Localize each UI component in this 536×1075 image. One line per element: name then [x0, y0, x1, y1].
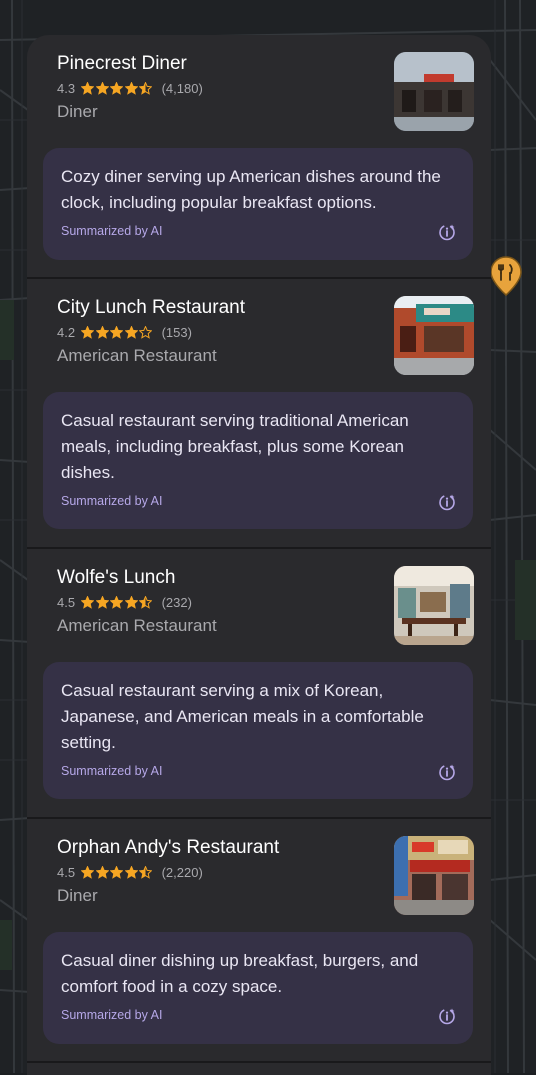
ai-summary: Casual restaurant serving traditional Am… [43, 392, 473, 529]
place-card[interactable]: City Lunch Restaurant 4.2 (153) American… [27, 279, 491, 547]
place-category: American Restaurant [57, 616, 217, 635]
ai-info-icon[interactable] [438, 763, 456, 781]
place-title[interactable]: City Lunch Restaurant [57, 297, 245, 319]
ai-label: Summarized by AI [61, 224, 163, 238]
star-icon [124, 595, 138, 609]
place-photo[interactable] [394, 52, 474, 131]
rating-row: 4.3 (4,180) [57, 79, 203, 97]
review-count[interactable]: (2,220) [162, 865, 203, 880]
star-half-icon [139, 595, 153, 609]
star-icon [95, 865, 109, 879]
ai-label: Summarized by AI [61, 1008, 163, 1022]
summary-text: Casual diner dishing up breakfast, burge… [61, 951, 419, 996]
place-title[interactable]: Pinecrest Diner [57, 53, 187, 75]
rating-value: 4.5 [57, 594, 76, 610]
ai-summary: Casual diner dishing up breakfast, burge… [43, 932, 473, 1044]
place-card[interactable]: Wolfe's Lunch 4.5 (232) American Restaur… [27, 549, 491, 817]
star-rating [81, 81, 154, 95]
star-icon [81, 325, 95, 339]
rating-value: 4.2 [57, 324, 76, 340]
star-icon [95, 325, 109, 339]
summary-text: Casual restaurant serving a mix of Korea… [61, 681, 424, 752]
star-half-icon [139, 81, 153, 95]
ai-summary: Casual restaurant serving a mix of Korea… [43, 662, 473, 799]
rating-value: 4.3 [57, 80, 76, 96]
rating-row: 4.2 (153) [57, 323, 192, 341]
star-outline-icon [139, 325, 153, 339]
star-icon [124, 81, 138, 95]
ai-label: Summarized by AI [61, 764, 163, 778]
star-icon [95, 595, 109, 609]
place-category: Diner [57, 102, 98, 121]
rating-row: 4.5 (232) [57, 593, 192, 611]
summary-text: Casual restaurant serving traditional Am… [61, 411, 409, 482]
ai-info-icon[interactable] [438, 493, 456, 511]
review-count[interactable]: (232) [162, 595, 192, 610]
star-icon [110, 865, 124, 879]
place-category: American Restaurant [57, 346, 217, 365]
place-card[interactable]: Orphan Andy's Restaurant 4.5 (2,220) Din… [27, 819, 491, 1061]
place-title[interactable]: Orphan Andy's Restaurant [57, 837, 279, 859]
rating-row: 4.5 (2,220) [57, 863, 203, 881]
ai-info-icon[interactable] [438, 223, 456, 241]
star-icon [110, 325, 124, 339]
ai-summary: Cozy diner serving up American dishes ar… [43, 148, 473, 260]
place-card[interactable]: Pinecrest Diner 4.3 (4,180) Diner Cozy d… [27, 35, 491, 277]
place-title[interactable]: Wolfe's Lunch [57, 567, 175, 589]
star-icon [124, 865, 138, 879]
review-count[interactable]: (4,180) [162, 81, 203, 96]
star-rating [81, 595, 154, 609]
place-photo[interactable] [394, 836, 474, 915]
star-rating [81, 325, 154, 339]
star-icon [124, 325, 138, 339]
star-rating [81, 865, 154, 879]
review-count[interactable]: (153) [162, 325, 192, 340]
rating-value: 4.5 [57, 864, 76, 880]
star-icon [81, 865, 95, 879]
place-photo[interactable] [394, 296, 474, 375]
ai-label: Summarized by AI [61, 494, 163, 508]
restaurant-pin-icon[interactable] [489, 256, 523, 296]
place-photo[interactable] [394, 566, 474, 645]
star-icon [110, 595, 124, 609]
ai-info-icon[interactable] [438, 1007, 456, 1025]
star-icon [81, 81, 95, 95]
summary-text: Cozy diner serving up American dishes ar… [61, 167, 441, 212]
results-panel[interactable]: Pinecrest Diner 4.3 (4,180) Diner Cozy d… [27, 35, 491, 1075]
star-icon [95, 81, 109, 95]
divider [27, 1061, 491, 1063]
star-half-icon [139, 865, 153, 879]
star-icon [110, 81, 124, 95]
star-icon [81, 595, 95, 609]
place-category: Diner [57, 886, 98, 905]
